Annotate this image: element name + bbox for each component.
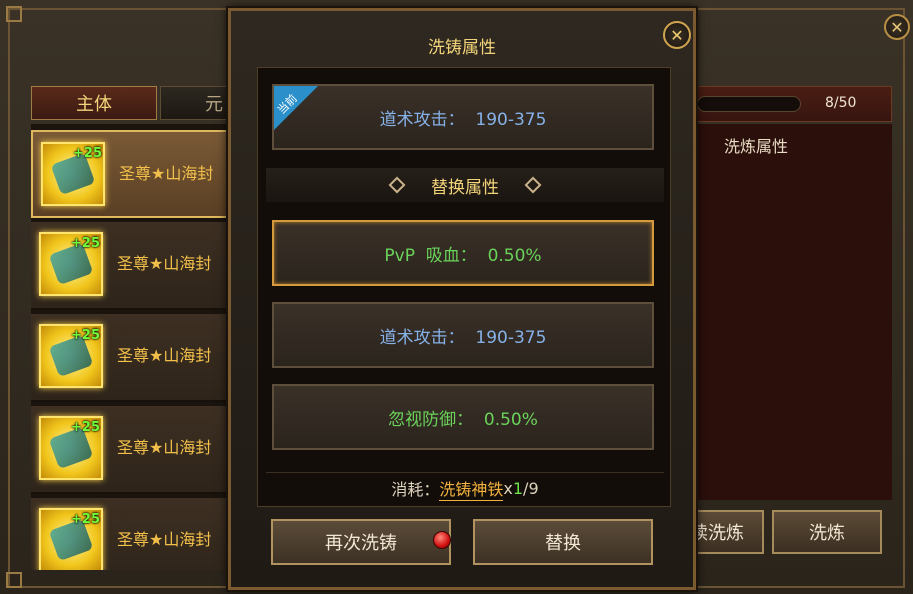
enhance-level: +25 [73,146,102,161]
list-item[interactable]: +25 圣尊★山海封 [31,314,231,402]
tab-main[interactable]: 主体 [31,86,157,120]
enhance-level: +25 [71,512,100,527]
item-name: 圣尊★山海封 [117,438,212,457]
corner-ornament [6,572,22,588]
option-text: PvP 吸血： 0.50% [384,245,542,266]
item-name: 圣尊★山海封 [119,164,214,183]
list-item[interactable]: +25 圣尊★山海封 [31,498,231,570]
current-attribute: 当前 道术攻击： 190-375 [272,84,654,150]
item-thumbnail: +25 [39,232,103,296]
cost-multiplier: x [503,478,513,498]
item-name: 圣尊★山海封 [117,346,212,365]
cost-need: /9 [523,478,539,498]
close-icon: ✕ [890,17,904,37]
option-text: 道术攻击： 190-375 [379,327,547,348]
tab-yuan[interactable]: 元 [160,86,230,120]
refine-attribute-panel [696,124,892,500]
corner-ornament [6,6,22,22]
recast-again-label: 再次洗铸 [325,533,397,554]
diamond-icon [388,176,406,194]
attribute-area: 当前 道术攻击： 190-375 替换属性 PvP 吸血： 0.50% 道术攻击… [257,67,671,507]
replace-option[interactable]: 道术攻击： 190-375 [272,302,654,368]
item-name: 圣尊★山海封 [117,254,212,273]
item-thumbnail: +25 [41,142,105,206]
replace-option[interactable]: 忽视防御： 0.50% [272,384,654,450]
dialog-close-button[interactable]: ✕ [663,21,691,49]
refine-attribute-title: 洗炼属性 [724,137,789,156]
cost-item-link[interactable]: 洗铸神铁 [439,476,504,501]
list-item[interactable]: +25 圣尊★山海封 [31,406,231,494]
refine-progress: 8/50 [696,86,892,122]
equipment-list: +25 圣尊★山海封 +25 圣尊★山海封 +25 圣尊★山海封 +25 圣尊★… [31,124,231,570]
item-name: 圣尊★山海封 [117,530,212,549]
close-icon: ✕ [670,25,684,45]
red-dot-icon [433,531,451,549]
progress-bar [697,96,801,112]
item-thumbnail: +25 [39,416,103,480]
enhance-level: +25 [71,236,100,251]
cost-line: 消耗： 洗铸神铁 x 1 /9 [266,472,664,503]
replace-button[interactable]: 替换 [473,519,653,565]
enhance-level: +25 [71,420,100,435]
list-item[interactable]: +25 圣尊★山海封 [31,222,231,310]
replace-header: 替换属性 [266,168,664,202]
item-thumbnail: +25 [39,324,103,388]
item-thumbnail: +25 [39,508,103,570]
recast-dialog: 洗铸属性 ✕ 当前 道术攻击： 190-375 替换属性 PvP 吸血： 0.5… [228,8,696,590]
window-close-button[interactable]: ✕ [884,14,910,40]
replace-option[interactable]: PvP 吸血： 0.50% [272,220,654,286]
option-text: 忽视防御： 0.50% [388,409,538,430]
diamond-icon [524,176,542,194]
dialog-title: 洗铸属性 [428,38,496,58]
refine-button[interactable]: 洗炼 [772,510,882,554]
enhance-level: +25 [71,328,100,343]
current-attr-text: 道术攻击： 190-375 [379,109,547,130]
progress-text: 8/50 [825,95,857,111]
replace-title: 替换属性 [431,177,499,198]
cost-have: 1 [512,478,524,498]
recast-again-button[interactable]: 再次洗铸 [271,519,451,565]
list-item[interactable]: +25 圣尊★山海封 [31,130,231,218]
cost-label: 消耗： [391,480,440,499]
